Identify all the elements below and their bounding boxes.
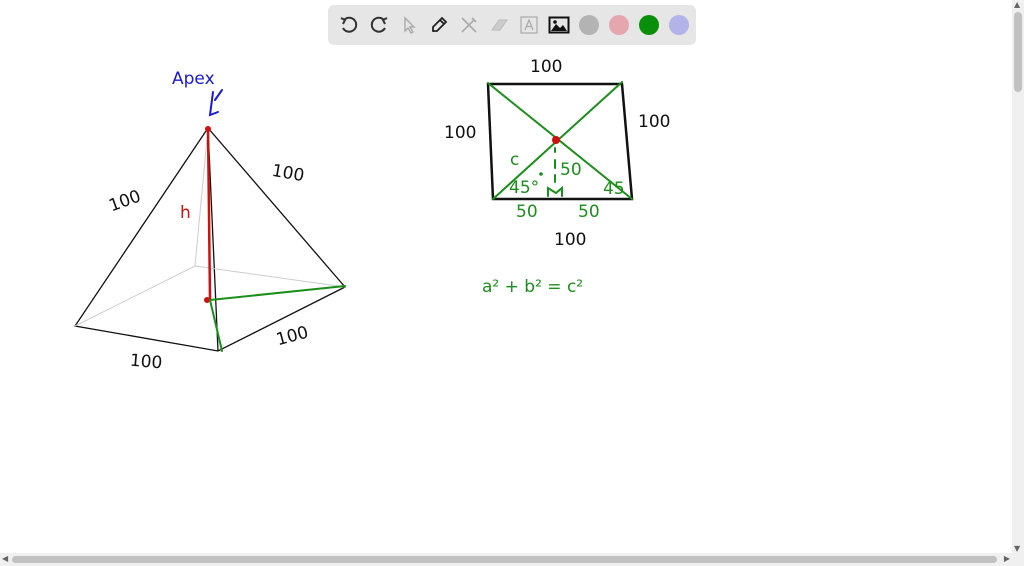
square-top-label: 100 [530, 57, 562, 77]
half-left-label: 50 [516, 202, 538, 222]
drawing-canvas[interactable]: Apex h 100 100 100 100 100 100 100 100 c… [0, 0, 1010, 552]
apex-point [205, 126, 211, 132]
apex-arrow [208, 89, 223, 117]
vertical-scrollbar[interactable]: ▲ ▼ [1012, 0, 1024, 553]
apex-label: Apex [172, 69, 215, 89]
height-label: h [180, 203, 191, 223]
angle-right-label: 45 [603, 179, 625, 199]
square-center-point [552, 136, 560, 144]
pythagorean-formula: a² + b² = c² [482, 277, 583, 297]
scroll-left-icon[interactable]: ◀ [2, 554, 8, 563]
right-angle-mark [547, 185, 563, 197]
edge-label: 100 [270, 161, 305, 186]
square-right-label: 100 [638, 112, 670, 132]
edge-label: 100 [274, 323, 311, 351]
edge-label: 100 [129, 351, 163, 374]
half-right-label: 50 [578, 202, 600, 222]
vertical-scroll-thumb[interactable] [1014, 12, 1022, 92]
vertical-half-label: 50 [560, 160, 582, 180]
edge-label: 100 [106, 186, 143, 216]
angle-left-label: 45° [509, 178, 539, 198]
square-left-label: 100 [444, 123, 476, 143]
scroll-down-icon[interactable]: ▼ [1014, 544, 1020, 553]
horizontal-scrollbar[interactable]: ◀ ▶ [0, 553, 1024, 566]
dot-mark [539, 172, 543, 176]
hypotenuse-label: c [510, 150, 519, 170]
square-bottom-label: 100 [554, 230, 586, 250]
scroll-up-icon[interactable]: ▲ [1014, 0, 1020, 9]
horizontal-scroll-thumb[interactable] [12, 556, 997, 563]
scroll-right-icon[interactable]: ▶ [1004, 554, 1010, 563]
pyramid [73, 89, 347, 352]
